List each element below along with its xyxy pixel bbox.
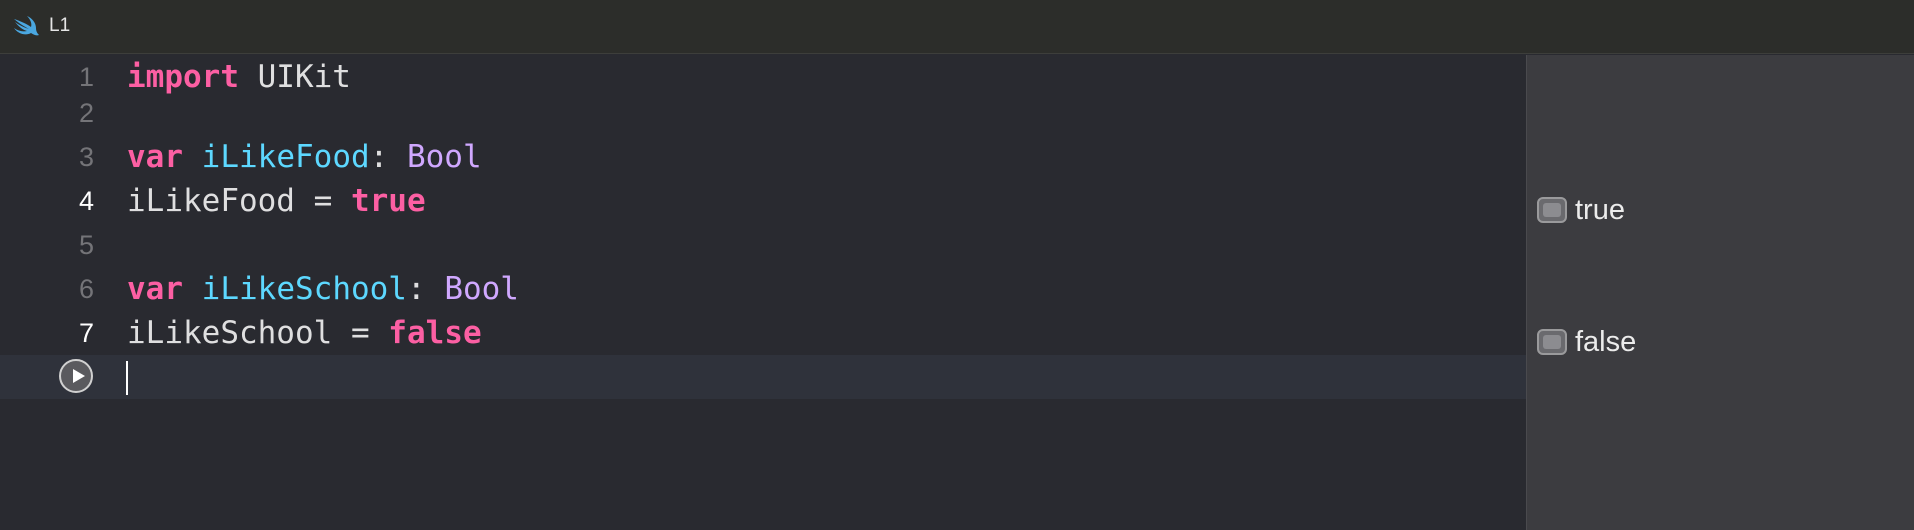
code-line[interactable]: 6 var iLikeSchool: Bool [0, 267, 1526, 311]
code-line[interactable]: 2 [0, 91, 1526, 135]
code-token: : [369, 139, 407, 175]
line-number: 3 [78, 142, 94, 172]
result-item: false [1537, 320, 1636, 364]
code-token: UIKit [238, 59, 351, 95]
code-editor[interactable]: 1 import UIKit 2 3 var iLikeFood: Bool 4… [0, 55, 1526, 530]
code-text[interactable]: iLikeFood = true [127, 179, 426, 223]
title-bar: L1 [0, 0, 1914, 54]
line-number: 2 [78, 98, 94, 128]
keyword-token: import [127, 59, 239, 95]
declaration-token: iLikeSchool [201, 271, 407, 307]
code-line[interactable]: 3 var iLikeFood: Bool [0, 135, 1526, 179]
result-item: true [1537, 188, 1625, 232]
results-sidebar [1526, 55, 1914, 530]
code-line[interactable]: 5 [0, 223, 1526, 267]
text-cursor [126, 361, 128, 395]
current-line[interactable] [0, 355, 1526, 399]
keyword-token: var [127, 139, 183, 175]
line-number: 7 [78, 318, 94, 348]
type-token: Bool [444, 271, 519, 307]
code-token: : [406, 271, 445, 307]
line-number: 5 [78, 230, 94, 260]
code-line[interactable]: 7 iLikeSchool = false [0, 311, 1526, 355]
type-token: Bool [406, 139, 482, 175]
line-number: 6 [78, 274, 94, 304]
code-text[interactable]: iLikeSchool = false [127, 311, 482, 355]
code-line[interactable]: 4 iLikeFood = true [0, 179, 1526, 223]
code-text[interactable]: var iLikeSchool: Bool [127, 267, 519, 311]
keyword-token: var [127, 271, 183, 307]
quick-look-icon[interactable] [1537, 197, 1567, 223]
code-text[interactable]: var iLikeFood: Bool [127, 135, 482, 179]
result-value: true [1575, 193, 1625, 226]
line-number: 4 [78, 186, 94, 216]
quick-look-icon[interactable] [1537, 329, 1567, 355]
swift-icon [14, 16, 39, 36]
result-value: false [1575, 325, 1637, 358]
code-token: iLikeSchool = [127, 315, 389, 351]
file-title[interactable]: L1 [49, 15, 70, 37]
declaration-token: iLikeFood [201, 139, 370, 175]
code-token: iLikeFood = [127, 183, 351, 219]
keyword-token: true [350, 183, 426, 219]
keyword-token: false [388, 315, 482, 351]
run-button[interactable] [59, 359, 93, 393]
